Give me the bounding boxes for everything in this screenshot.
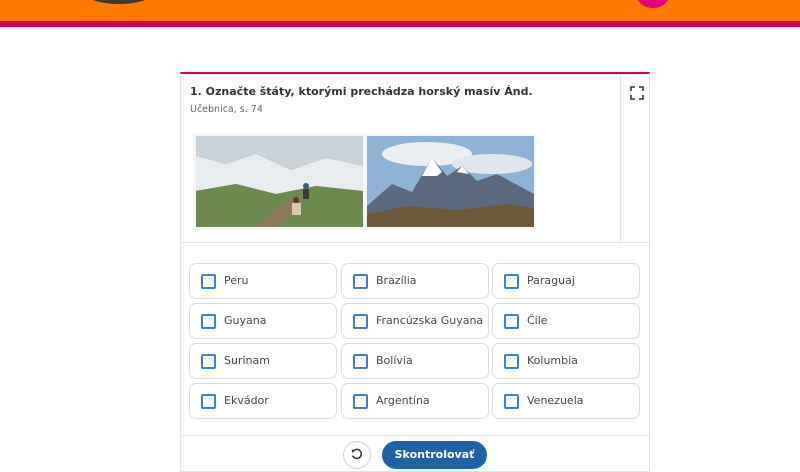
option-peru[interactable]: Peru bbox=[189, 263, 337, 299]
checkbox[interactable] bbox=[201, 314, 216, 329]
option-label: Venezuela bbox=[527, 394, 584, 407]
checkbox[interactable] bbox=[353, 354, 368, 369]
banner-decoration-right bbox=[636, 0, 670, 8]
checkbox[interactable] bbox=[201, 394, 216, 409]
footer-divider bbox=[181, 435, 649, 436]
option-guyana[interactable]: Guyana bbox=[189, 303, 337, 339]
option-label: Čile bbox=[527, 314, 548, 327]
option-brazilia[interactable]: Brazília bbox=[341, 263, 489, 299]
option-label: Ekvádor bbox=[224, 394, 269, 407]
option-paraguaj[interactable]: Paraguaj bbox=[492, 263, 640, 299]
mountain-trail-photo[interactable] bbox=[196, 136, 363, 227]
checkbox[interactable] bbox=[504, 314, 519, 329]
textbook-reference: Učebnica, s. 74 bbox=[190, 104, 263, 115]
option-ekvador[interactable]: Ekvádor bbox=[189, 383, 337, 419]
question-title: 1. Označte štáty, ktorými prechádza hors… bbox=[190, 85, 533, 98]
checkbox[interactable] bbox=[504, 354, 519, 369]
option-kolumbia[interactable]: Kolumbia bbox=[492, 343, 640, 379]
question-header: 1. Označte štáty, ktorými prechádza hors… bbox=[181, 74, 621, 242]
checkbox[interactable] bbox=[504, 274, 519, 289]
option-bolivia[interactable]: Bolívia bbox=[341, 343, 489, 379]
option-label: Surinam bbox=[224, 354, 270, 367]
checkbox[interactable] bbox=[353, 274, 368, 289]
image-gallery bbox=[193, 133, 535, 230]
option-francuzska-guyana[interactable]: Francúzska Guyana bbox=[341, 303, 489, 339]
snowy-peaks-photo[interactable] bbox=[367, 136, 534, 227]
banner-decoration-left bbox=[88, 0, 150, 4]
option-cile[interactable]: Čile bbox=[492, 303, 640, 339]
option-label: Bolívia bbox=[376, 354, 413, 367]
fullscreen-icon[interactable] bbox=[630, 85, 644, 100]
option-label: Francúzska Guyana bbox=[376, 314, 484, 327]
checkbox[interactable] bbox=[353, 394, 368, 409]
option-venezuela[interactable]: Venezuela bbox=[492, 383, 640, 419]
top-banner bbox=[0, 0, 800, 21]
option-label: Brazília bbox=[376, 274, 417, 287]
checkbox[interactable] bbox=[201, 274, 216, 289]
banner-stripe bbox=[0, 21, 800, 27]
option-label: Paraguaj bbox=[527, 274, 575, 287]
option-label: Peru bbox=[224, 274, 249, 287]
question-card: 1. Označte štáty, ktorými prechádza hors… bbox=[180, 72, 650, 472]
reset-icon bbox=[350, 446, 364, 465]
checkbox[interactable] bbox=[201, 354, 216, 369]
checkbox[interactable] bbox=[504, 394, 519, 409]
option-label: Guyana bbox=[224, 314, 267, 327]
checkbox[interactable] bbox=[353, 314, 368, 329]
option-argentina[interactable]: Argentína bbox=[341, 383, 489, 419]
option-label: Kolumbia bbox=[527, 354, 578, 367]
option-label: Argentína bbox=[376, 394, 430, 407]
option-surinam[interactable]: Surinam bbox=[189, 343, 337, 379]
header-divider bbox=[181, 242, 649, 243]
